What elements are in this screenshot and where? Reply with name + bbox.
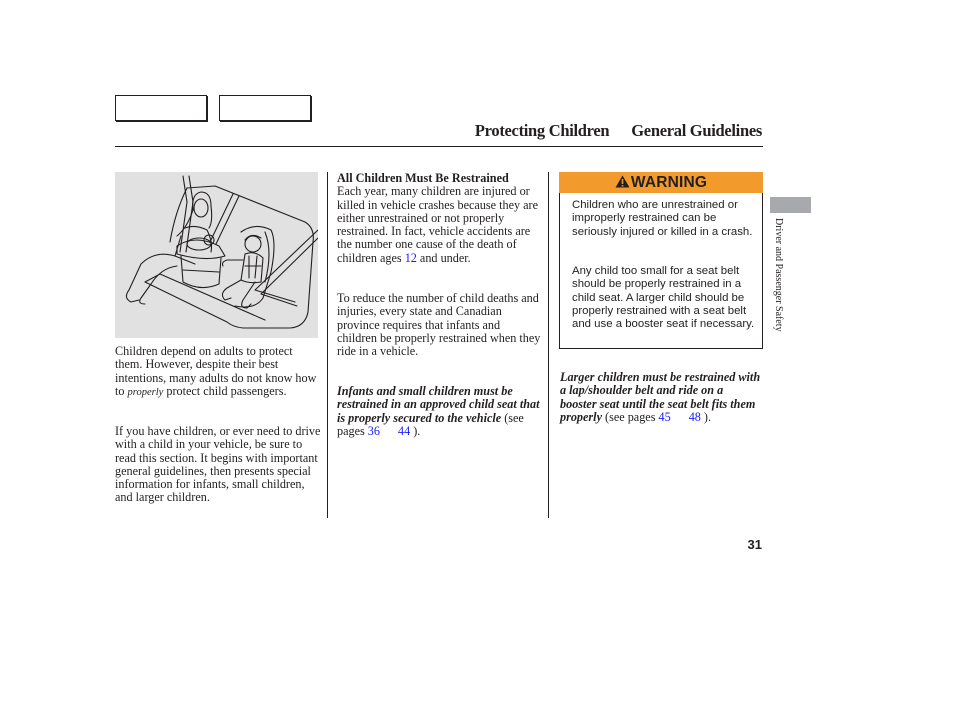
intro-paragraph-2: If you have children, or ever need to dr…	[115, 424, 321, 505]
page-link-12[interactable]: 12	[405, 251, 417, 265]
intro-paragraph-1: Children depend on adults to protect the…	[115, 344, 317, 398]
restraint-section: All Children Must Be Restrained Each yea…	[337, 171, 543, 265]
page-link-44[interactable]: 44	[398, 424, 410, 438]
warning-paragraph-1: Children who are unrestrained or imprope…	[572, 199, 753, 238]
chapter-label: Driver and Passenger Safety	[773, 218, 784, 332]
warning-paragraph-2: Any child too small for a seat belt shou…	[572, 265, 755, 331]
page-link-36[interactable]: 36	[368, 424, 380, 438]
warning-title: WARNING	[630, 174, 708, 191]
page-link-45[interactable]: 45	[659, 410, 671, 424]
emphasis-properly: properly	[127, 386, 164, 398]
nav-button-2[interactable]	[219, 95, 311, 121]
section-heading: All Children Must Be Restrained	[337, 171, 509, 185]
restraint-paragraph-2: To reduce the number of child deaths and…	[337, 291, 541, 359]
column-divider-1	[327, 172, 328, 518]
child-seat-illustration-icon	[125, 175, 319, 329]
header-rule	[115, 146, 763, 147]
column-divider-2	[548, 172, 549, 518]
warning-triangle-icon	[615, 175, 630, 188]
chapter-tab[interactable]	[770, 197, 811, 213]
page-number: 31	[747, 537, 762, 552]
warning-header: WARNING	[559, 172, 763, 193]
subsection-title: General Guidelines	[631, 121, 762, 140]
section-title: Protecting Children	[474, 121, 610, 140]
restraint-paragraph-1: Each year, many children are injured or …	[337, 184, 538, 265]
page-link-48[interactable]: 48	[689, 410, 701, 424]
child-seat-illustration	[115, 172, 319, 338]
larger-children-paragraph: Larger children must be restrained with …	[560, 370, 761, 424]
restraint-paragraph-3: Infants and small children must be restr…	[337, 384, 540, 438]
nav-button-1[interactable]	[115, 95, 207, 121]
page-header: Protecting Children General Guidelines	[475, 121, 762, 141]
